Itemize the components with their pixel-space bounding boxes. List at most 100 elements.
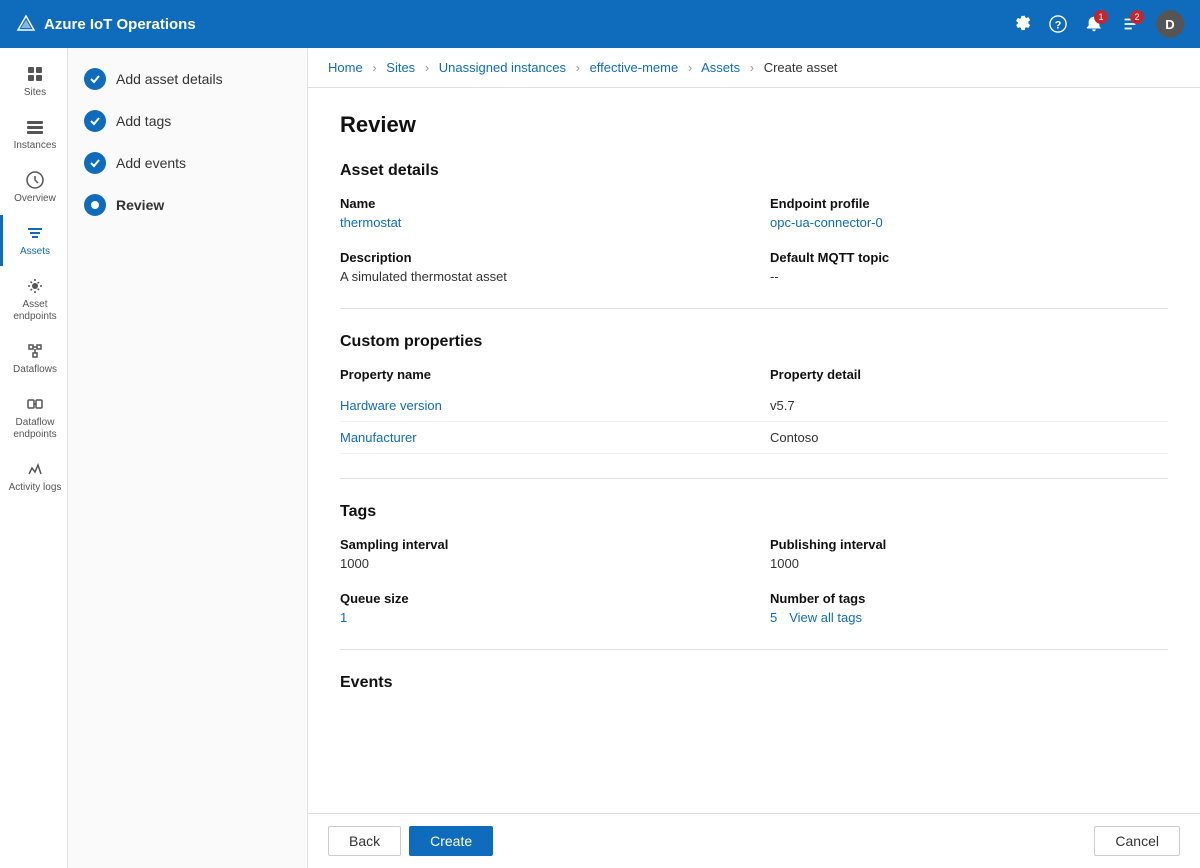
svg-text:?: ?	[1055, 20, 1062, 32]
sidebar-item-overview[interactable]: Overview	[0, 162, 67, 213]
notification2-icon[interactable]: 2	[1120, 14, 1140, 34]
sidebar-item-dataflows[interactable]: Dataflows	[0, 333, 67, 384]
step4-circle	[84, 194, 106, 216]
review-scroll-area[interactable]: Review Asset details Name thermostat End…	[308, 88, 1200, 813]
create-button[interactable]: Create	[409, 826, 493, 856]
description-value: A simulated thermostat asset	[340, 269, 738, 284]
endpoint-profile-label: Endpoint profile	[770, 196, 1168, 211]
queue-size-label: Queue size	[340, 591, 738, 606]
wizard-step-add-tags[interactable]: Add tags	[84, 110, 291, 132]
breadcrumb-current: Create asset	[764, 60, 838, 75]
main-layout: Sites Instances Overview Assets Asset en…	[0, 48, 1200, 868]
number-of-tags-value: 5	[770, 610, 777, 625]
hardware-version-name: Hardware version	[340, 398, 738, 413]
view-all-tags-link[interactable]: View all tags	[789, 610, 862, 625]
publishing-interval-label: Publishing interval	[770, 537, 1168, 552]
endpoint-profile-field: Endpoint profile opc-ua-connector-0	[770, 196, 1168, 230]
name-field: Name thermostat	[340, 196, 738, 230]
bottom-action-bar: Back Create Cancel	[308, 813, 1200, 868]
number-of-tags-row: 5 View all tags	[770, 610, 1168, 625]
breadcrumb-effective-meme[interactable]: effective-meme	[590, 60, 679, 75]
sampling-interval-label: Sampling interval	[340, 537, 738, 552]
step1-circle	[84, 68, 106, 90]
default-mqtt-topic-label: Default MQTT topic	[770, 250, 1168, 265]
publishing-interval-value: 1000	[770, 556, 1168, 571]
sidebar-item-asset-endpoints[interactable]: Asset endpoints	[0, 268, 67, 331]
prop-row-manufacturer: Manufacturer Contoso	[340, 422, 1168, 454]
breadcrumb: Home › Sites › Unassigned instances › ef…	[308, 48, 1200, 88]
main-content: Add asset details Add tags Add events Re…	[68, 48, 1200, 868]
wizard-step-review[interactable]: Review	[84, 194, 291, 216]
endpoint-profile-value: opc-ua-connector-0	[770, 215, 1168, 230]
breadcrumb-unassigned-instances[interactable]: Unassigned instances	[439, 60, 566, 75]
check-icon-2	[89, 115, 101, 127]
topnav-right: ? 1 2 D	[1012, 10, 1184, 38]
asset-details-grid: Name thermostat Endpoint profile opc-ua-…	[340, 196, 1168, 284]
tags-section-title: Tags	[340, 503, 1168, 521]
sidebar-sites-label: Sites	[24, 87, 46, 99]
sidebar-item-sites[interactable]: Sites	[0, 56, 67, 107]
sampling-interval-value: 1000	[340, 556, 738, 571]
step3-label: Add events	[116, 155, 186, 171]
events-section-title: Events	[340, 674, 1168, 692]
assets-icon	[25, 223, 45, 243]
tags-grid: Sampling interval 1000 Publishing interv…	[340, 537, 1168, 625]
number-of-tags-label: Number of tags	[770, 591, 1168, 606]
dataflows-icon	[25, 341, 45, 361]
col-header-detail: Property detail	[770, 367, 1168, 382]
manufacturer-name: Manufacturer	[340, 430, 738, 445]
breadcrumb-home[interactable]: Home	[328, 60, 363, 75]
sidebar-item-activity-logs[interactable]: Activity logs	[0, 451, 67, 502]
custom-props-section-title: Custom properties	[340, 333, 1168, 351]
asset-endpoints-icon	[25, 276, 45, 296]
topnav-left: Azure IoT Operations	[16, 14, 196, 34]
azure-logo-icon	[16, 14, 36, 34]
publishing-interval-field: Publishing interval 1000	[770, 537, 1168, 571]
app-title: Azure IoT Operations	[44, 16, 196, 33]
check-icon-3	[89, 157, 101, 169]
step1-label: Add asset details	[116, 71, 223, 87]
sidebar-dataflows-label: Dataflows	[13, 364, 57, 376]
sidebar-dataflow-endpoints-label: Dataflow endpoints	[7, 417, 63, 441]
wizard-step-add-events[interactable]: Add events	[84, 152, 291, 174]
events-content-placeholder	[340, 708, 1168, 768]
description-field: Description A simulated thermostat asset	[340, 250, 738, 284]
settings-icon[interactable]	[1012, 14, 1032, 34]
breadcrumb-assets[interactable]: Assets	[701, 60, 740, 75]
check-icon	[89, 73, 101, 85]
name-value: thermostat	[340, 215, 738, 230]
content-area: Home › Sites › Unassigned instances › ef…	[308, 48, 1200, 868]
description-label: Description	[340, 250, 738, 265]
sidebar-activity-logs-label: Activity logs	[9, 482, 62, 494]
dataflow-endpoints-icon	[25, 394, 45, 414]
asset-details-section-title: Asset details	[340, 162, 1168, 180]
help-icon[interactable]: ?	[1048, 14, 1068, 34]
notification2-badge: 2	[1130, 10, 1144, 24]
breadcrumb-sites[interactable]: Sites	[386, 60, 415, 75]
cancel-button[interactable]: Cancel	[1094, 826, 1180, 856]
notification1-icon[interactable]: 1	[1084, 14, 1104, 34]
top-navigation: Azure IoT Operations ? 1 2 D	[0, 0, 1200, 48]
wizard-step-add-asset-details[interactable]: Add asset details	[84, 68, 291, 90]
col-header-name: Property name	[340, 367, 738, 382]
sites-icon	[25, 64, 45, 84]
sidebar-overview-label: Overview	[14, 193, 56, 205]
step2-circle	[84, 110, 106, 132]
back-button[interactable]: Back	[328, 826, 401, 856]
sidebar-item-dataflow-endpoints[interactable]: Dataflow endpoints	[0, 386, 67, 449]
default-mqtt-topic-value: --	[770, 269, 1168, 284]
prop-row-hardware: Hardware version v5.7	[340, 390, 1168, 422]
activity-logs-icon	[25, 459, 45, 479]
instances-icon	[25, 117, 45, 137]
queue-size-value: 1	[340, 610, 738, 625]
sidebar-item-instances[interactable]: Instances	[0, 109, 67, 160]
manufacturer-value: Contoso	[770, 430, 1168, 445]
avatar[interactable]: D	[1156, 10, 1184, 38]
sidebar: Sites Instances Overview Assets Asset en…	[0, 48, 68, 868]
default-mqtt-topic-field: Default MQTT topic --	[770, 250, 1168, 284]
sidebar-assets-label: Assets	[20, 246, 50, 258]
page-title: Review	[340, 112, 1168, 138]
sampling-interval-field: Sampling interval 1000	[340, 537, 738, 571]
step3-circle	[84, 152, 106, 174]
sidebar-item-assets[interactable]: Assets	[0, 215, 67, 266]
